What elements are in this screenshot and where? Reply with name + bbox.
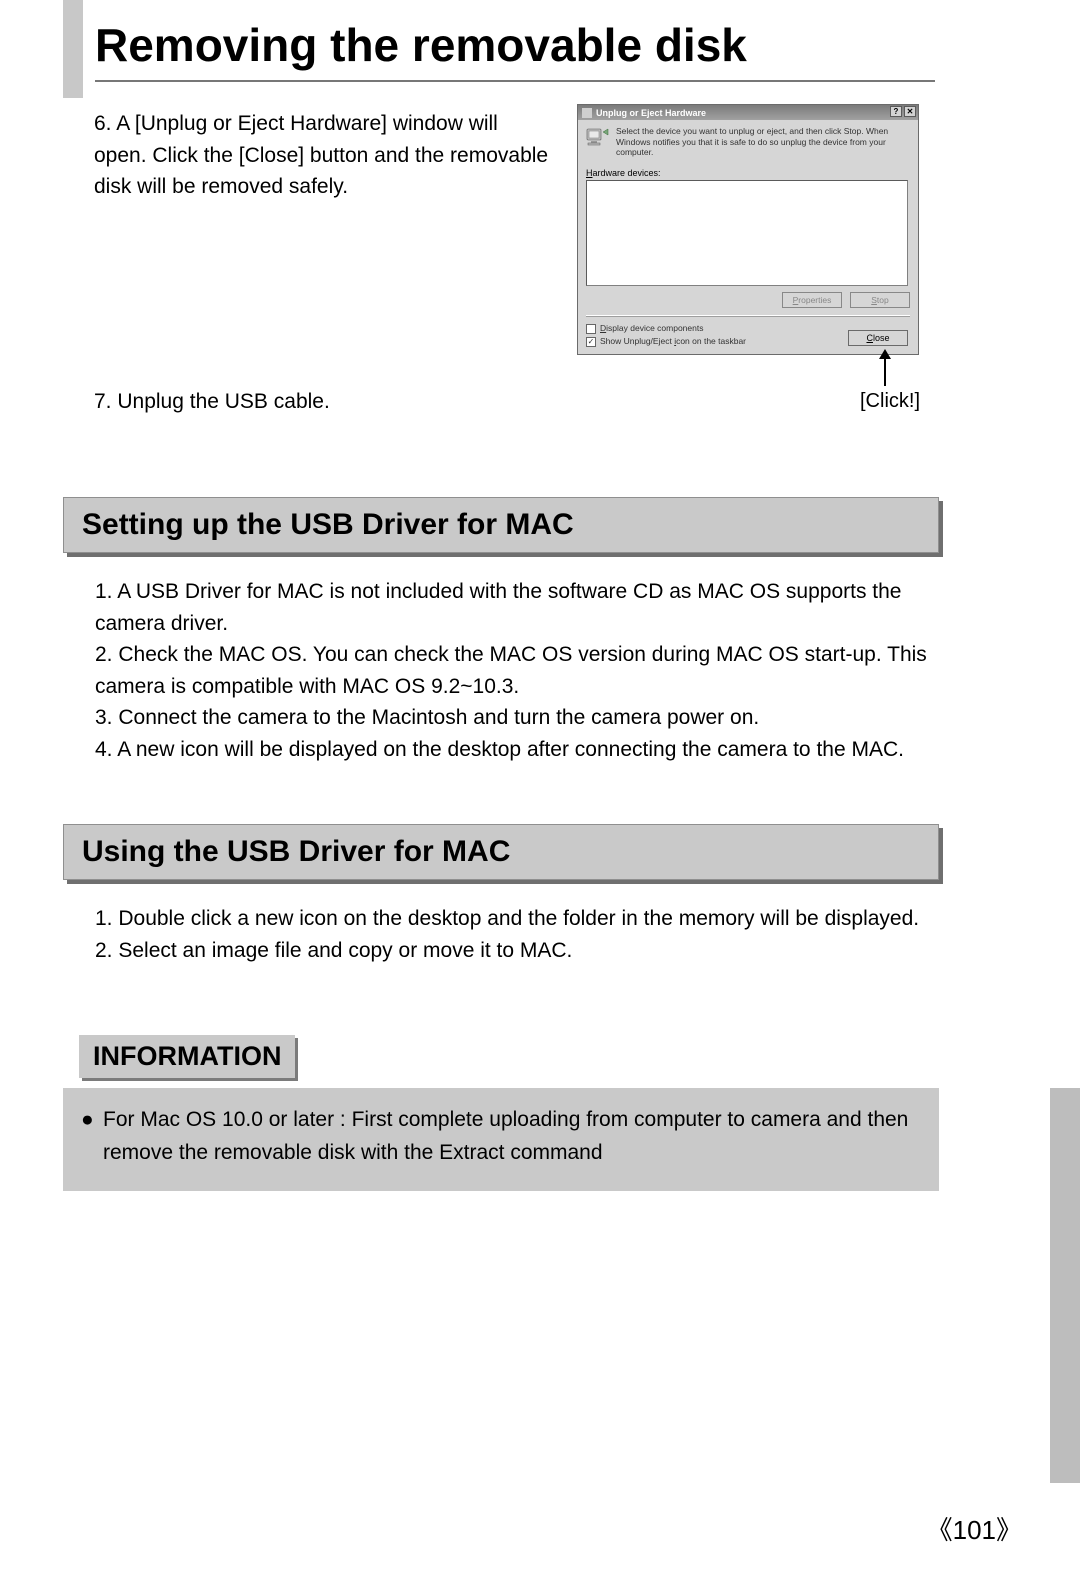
info-line-1: For Mac OS 10.0 or later : First complet…: [103, 1104, 908, 1137]
page-number: 《101》: [927, 1510, 1022, 1547]
stop-button[interactable]: Stop: [850, 292, 910, 308]
information-box: ● For Mac OS 10.0 or later : First compl…: [63, 1088, 939, 1191]
using-item-2: 2. Select an image file and copy or move…: [95, 935, 950, 967]
properties-button[interactable]: Properties: [782, 292, 842, 308]
bullet-icon: ●: [81, 1104, 103, 1169]
pc-eject-icon: [586, 126, 610, 148]
step-6-text: 6. A [Unplug or Eject Hardware] window w…: [94, 108, 554, 203]
close-button[interactable]: Close: [848, 330, 908, 346]
page-accent-right: [1050, 1088, 1080, 1483]
using-item-1: 1. Double click a new icon on the deskto…: [95, 903, 950, 935]
information-header: INFORMATION: [79, 1035, 295, 1078]
setting-item-3: 3. Connect the camera to the Macintosh a…: [95, 702, 950, 734]
checkbox-checked-icon: ✓: [586, 337, 596, 347]
setting-item-4: 4. A new icon will be displayed on the d…: [95, 734, 950, 766]
unplug-eject-dialog: Unplug or Eject Hardware ? ✕ Select the …: [577, 104, 919, 355]
section-body-setting-usb: 1. A USB Driver for MAC is not included …: [95, 576, 950, 765]
dialog-instruction: Select the device you want to unplug or …: [616, 126, 910, 158]
page-accent-left: [63, 0, 83, 98]
step-7-text: 7. Unplug the USB cable.: [94, 386, 524, 418]
dialog-title-icon: [582, 108, 592, 118]
setting-item-2: 2. Check the MAC OS. You can check the M…: [95, 639, 950, 702]
click-arrow-annotation: [Click!]: [860, 358, 910, 413]
dialog-close-icon[interactable]: ✕: [904, 106, 916, 117]
hardware-devices-list[interactable]: [586, 180, 908, 286]
hardware-devices-label: Hardware devices:: [586, 168, 910, 178]
section-body-using-usb: 1. Double click a new icon on the deskto…: [95, 903, 950, 966]
checkbox-unchecked-icon: [586, 324, 596, 334]
setting-item-1: 1. A USB Driver for MAC is not included …: [95, 576, 950, 639]
dialog-titlebar: Unplug or Eject Hardware ? ✕: [578, 105, 918, 120]
section-header-using-usb: Using the USB Driver for MAC: [63, 824, 939, 880]
click-label: [Click!]: [860, 390, 910, 413]
arrow-up-icon: [884, 358, 886, 386]
info-line-2: remove the removable disk with the Extra…: [103, 1137, 908, 1170]
section-header-setting-usb: Setting up the USB Driver for MAC: [63, 497, 939, 553]
dialog-help-icon[interactable]: ?: [890, 106, 902, 117]
dialog-title: Unplug or Eject Hardware: [596, 108, 706, 118]
page-title: Removing the removable disk: [95, 18, 935, 82]
